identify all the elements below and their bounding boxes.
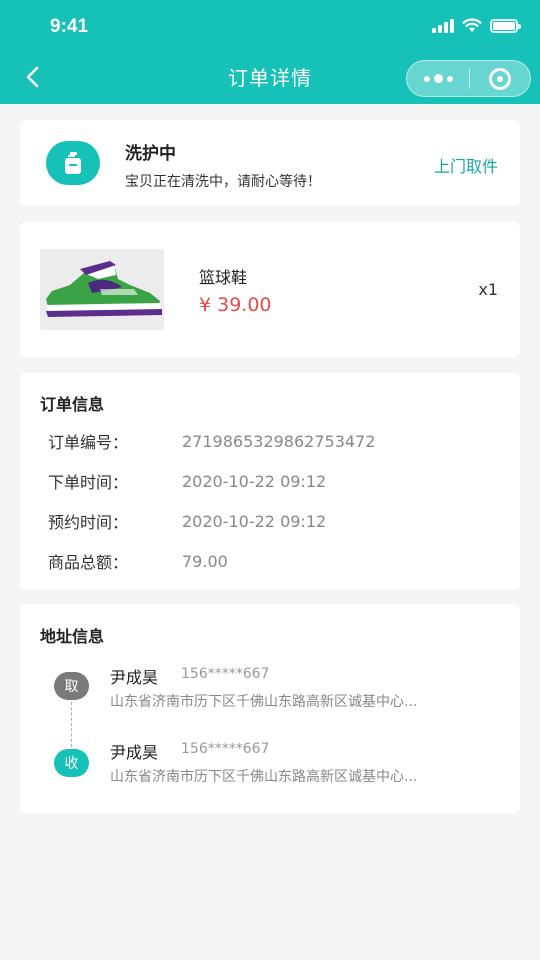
info-label: 订单编号： <box>48 433 129 452</box>
info-label: 商品总额： <box>48 553 129 572</box>
close-mini-program-button[interactable] <box>470 61 530 96</box>
pickup-badge: 取 <box>54 672 89 700</box>
timeline-connector <box>71 702 72 747</box>
product-name: 篮球鞋 <box>199 268 248 287</box>
order-info-card: 订单信息 订单编号： 2719865329862753472 下单时间： 202… <box>20 373 520 590</box>
more-button[interactable] <box>407 61 469 96</box>
status-description: 宝贝正在清洗中，请耐心等待！ <box>125 174 321 190</box>
product-card: 篮球鞋 ¥ 39.00 x1 <box>20 222 520 357</box>
sneaker-image <box>40 249 164 330</box>
order-number-value: 2719865329862753472 <box>182 431 376 451</box>
order-info-title: 订单信息 <box>40 395 105 414</box>
top-bar: 9:41 订单详情 <box>0 0 540 104</box>
address-info-title: 地址信息 <box>40 627 105 646</box>
wifi-icon <box>462 18 482 32</box>
detergent-bottle-icon <box>46 141 100 185</box>
status-title: 洗护中 <box>125 144 176 164</box>
address-info-card: 地址信息 取 尹成昊 156*****667 山东省济南市历下区千佛山东路高新区… <box>20 604 520 813</box>
pickup-address: 山东省济南市历下区千佛山东路高新区诚基中心... <box>110 694 418 710</box>
dot-icon <box>423 75 430 82</box>
info-label: 下单时间： <box>48 473 129 492</box>
target-icon <box>489 67 511 90</box>
order-time-value: 2020-10-22 09:12 <box>182 471 327 491</box>
receive-address: 山东省济南市历下区千佛山东路高新区诚基中心... <box>110 769 418 785</box>
battery-icon <box>490 18 521 33</box>
mini-program-capsule <box>406 60 531 97</box>
order-status-card: 洗护中 宝贝正在清洗中，请耐心等待！ 上门取件 <box>20 120 520 206</box>
info-label: 预约时间： <box>48 513 129 532</box>
product-quantity: x1 <box>478 280 498 299</box>
status-time: 9:41 <box>50 16 89 37</box>
pickup-contact-name: 尹成昊 <box>110 668 159 687</box>
product-price: ¥ 39.00 <box>199 294 272 316</box>
dot-icon <box>446 75 453 82</box>
pickup-button[interactable]: 上门取件 <box>434 153 498 177</box>
total-amount-value: 79.00 <box>182 551 228 571</box>
receive-contact-phone: 156*****667 <box>181 741 270 757</box>
order-number-row: 订单编号： 2719865329862753472 <box>48 429 375 453</box>
receive-contact-name: 尹成昊 <box>110 743 159 762</box>
total-amount-row: 商品总额： 79.00 <box>48 549 228 573</box>
pickup-contact-phone: 156*****667 <box>181 666 270 682</box>
appointment-time-value: 2020-10-22 09:12 <box>182 511 327 531</box>
receive-badge: 收 <box>54 749 89 777</box>
appointment-time-row: 预约时间： 2020-10-22 09:12 <box>48 509 326 533</box>
status-icons <box>432 18 521 33</box>
dot-icon <box>433 74 443 83</box>
order-time-row: 下单时间： 2020-10-22 09:12 <box>48 469 326 493</box>
signal-icon <box>432 18 454 33</box>
